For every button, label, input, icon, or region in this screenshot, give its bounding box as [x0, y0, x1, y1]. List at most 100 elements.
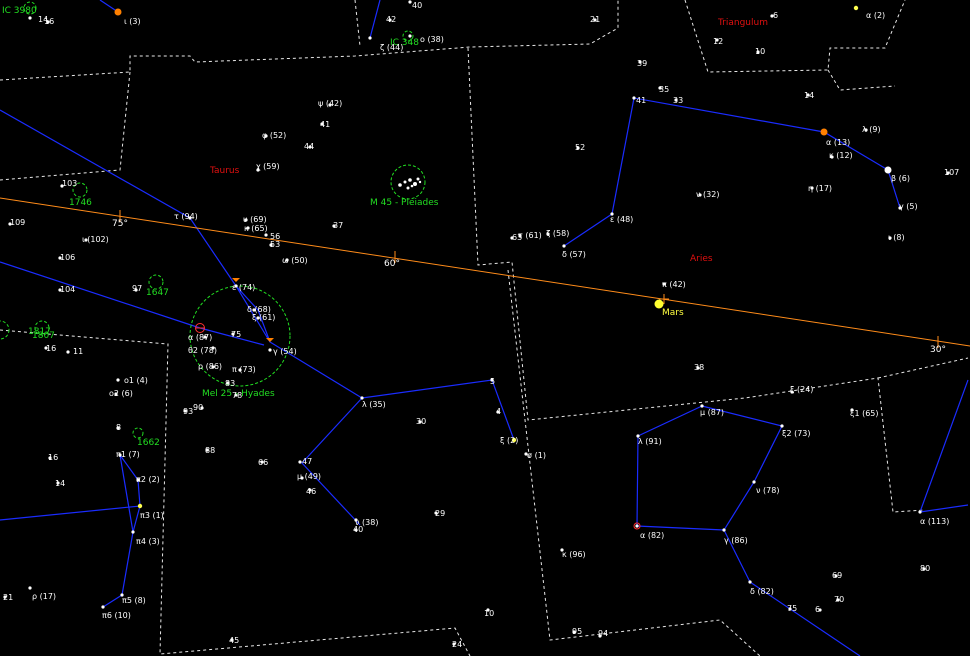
star-label[interactable]: θ2 (78) [188, 347, 217, 355]
star-label[interactable]: 97 [132, 285, 142, 293]
star-label[interactable]: 5 [490, 378, 495, 386]
star-label[interactable]: 16 [44, 18, 54, 26]
star-label[interactable]: β (6) [891, 175, 910, 183]
star-label[interactable]: 10 [755, 48, 765, 56]
star-label[interactable]: α (87) [188, 334, 212, 342]
star-label[interactable]: 41 [636, 97, 646, 105]
star-label[interactable]: 53 [270, 241, 280, 249]
star-label[interactable]: ξ (24) [790, 386, 813, 394]
star-label[interactable]: 45 [229, 637, 239, 645]
star-label[interactable]: 83 [225, 380, 235, 388]
star-label[interactable]: 29 [435, 510, 445, 518]
star-label[interactable]: υ (69) [243, 216, 267, 224]
star-label[interactable]: 16 [48, 454, 58, 462]
star-label[interactable]: π1 (7) [116, 451, 140, 459]
star-label[interactable]: λ (91) [638, 438, 662, 446]
star-label[interactable]: γ (54) [273, 348, 297, 356]
dso-label-ic3980[interactable]: IC 3980 [2, 7, 37, 16]
star-label[interactable]: π4 (3) [136, 538, 160, 546]
star-label[interactable]: 4 [496, 408, 501, 416]
star-label[interactable]: ο2 (6) [109, 390, 133, 398]
star-label[interactable]: 14 [804, 92, 814, 100]
star-label[interactable]: α (2) [866, 12, 885, 20]
star-label[interactable]: 109 [10, 219, 25, 227]
star-label[interactable]: 75 [231, 331, 241, 339]
dso-label-1746[interactable]: 1746 [69, 199, 92, 208]
star-label[interactable]: γ (5) [899, 203, 918, 211]
star-label[interactable]: 80 [920, 565, 930, 573]
star-label[interactable]: α (113) [920, 518, 949, 526]
star-label[interactable]: 33 [673, 97, 683, 105]
star-label[interactable]: π6 (10) [102, 612, 131, 620]
dso-label-1647[interactable]: 1647 [146, 289, 169, 298]
star-label[interactable]: λ (9) [862, 126, 881, 134]
star-label[interactable]: 44 [304, 143, 314, 151]
star-label[interactable]: 40 [353, 526, 363, 534]
star-label[interactable]: 10 [484, 610, 494, 618]
star-label[interactable]: 30 [416, 418, 426, 426]
star-label[interactable]: α (82) [640, 532, 664, 540]
star-label[interactable]: 24 [452, 641, 462, 649]
star-label[interactable]: δ (57) [562, 251, 586, 259]
star-label[interactable]: 66 [258, 459, 268, 467]
star-label[interactable]: ζ (44) [380, 44, 403, 52]
constellation-label-triangulum[interactable]: Triangulum [718, 19, 768, 28]
star-label[interactable]: 106 [60, 254, 75, 262]
star-label[interactable]: τ (94) [174, 213, 198, 221]
star-label[interactable]: δ (82) [750, 588, 774, 596]
star-label[interactable]: 47 [302, 458, 312, 466]
star-label[interactable]: ξ1 (65) [850, 410, 879, 418]
star-label[interactable]: 52 [575, 144, 585, 152]
star-label[interactable]: π (73) [232, 366, 256, 374]
star-label[interactable]: 6 [773, 12, 778, 20]
star-label[interactable]: 103 [62, 180, 77, 188]
star-label[interactable]: ξ (61) [252, 314, 275, 322]
star-label[interactable]: 41 [320, 121, 330, 129]
star-label[interactable]: 12 [713, 38, 723, 46]
star-label[interactable]: ι (3) [124, 18, 141, 26]
star-label[interactable]: μ (49) [297, 473, 321, 481]
star-label[interactable]: 14 [55, 480, 65, 488]
star-label[interactable]: 46 [306, 488, 316, 496]
constellation-label-aries[interactable]: Aries [690, 255, 713, 264]
star-label[interactable]: 38 [694, 364, 704, 372]
star-label[interactable]: ι (102) [82, 236, 109, 244]
star-label[interactable]: o (38) [420, 36, 444, 44]
star-label[interactable]: 93 [183, 408, 193, 416]
star-label[interactable]: 107 [944, 169, 959, 177]
star-label[interactable]: ο1 (4) [124, 377, 148, 385]
star-label[interactable]: 11 [73, 348, 83, 356]
star-label[interactable]: ε (74) [232, 284, 255, 292]
star-label[interactable]: 63 [512, 234, 522, 242]
star-label[interactable]: 37 [333, 222, 343, 230]
star-label[interactable]: 95 [572, 628, 582, 636]
star-label[interactable]: μ (87) [700, 409, 724, 417]
star-label[interactable]: κ (65) [244, 225, 268, 233]
star-label[interactable]: π3 (1) [140, 512, 164, 520]
star-label[interactable]: ι (8) [888, 234, 905, 242]
star-label[interactable]: ν (32) [696, 191, 719, 199]
star-label[interactable]: 16 [46, 345, 56, 353]
star-label[interactable]: 94 [598, 630, 608, 638]
dso-label-pleiades[interactable]: M 45 - Pleiades [370, 199, 438, 208]
star-label[interactable]: 88 [205, 447, 215, 455]
star-label[interactable]: η (17) [808, 185, 832, 193]
star-label[interactable]: χ (59) [256, 163, 280, 171]
star-label[interactable]: ξ2 (73) [782, 430, 811, 438]
planet-label-mars[interactable]: Mars [662, 309, 684, 318]
star-label[interactable]: λ (35) [362, 401, 386, 409]
star-label[interactable]: 35 [659, 86, 669, 94]
star-label[interactable]: α (13) [826, 139, 850, 147]
star-label[interactable]: 6 [815, 606, 820, 614]
star-label[interactable]: 78 [232, 392, 242, 400]
star-label[interactable]: 90 [193, 404, 203, 412]
star-label[interactable]: ρ (17) [32, 593, 56, 601]
star-label[interactable]: γ (86) [724, 537, 748, 545]
star-label[interactable]: 40 [412, 2, 422, 10]
star-label[interactable]: κ (12) [829, 152, 853, 160]
star-label[interactable]: π2 (2) [136, 476, 160, 484]
star-label[interactable]: ρ (86) [198, 363, 222, 371]
star-label[interactable]: σ (1) [527, 452, 546, 460]
star-label[interactable]: 69 [832, 572, 842, 580]
dso-label-1662[interactable]: 1662 [137, 439, 160, 448]
